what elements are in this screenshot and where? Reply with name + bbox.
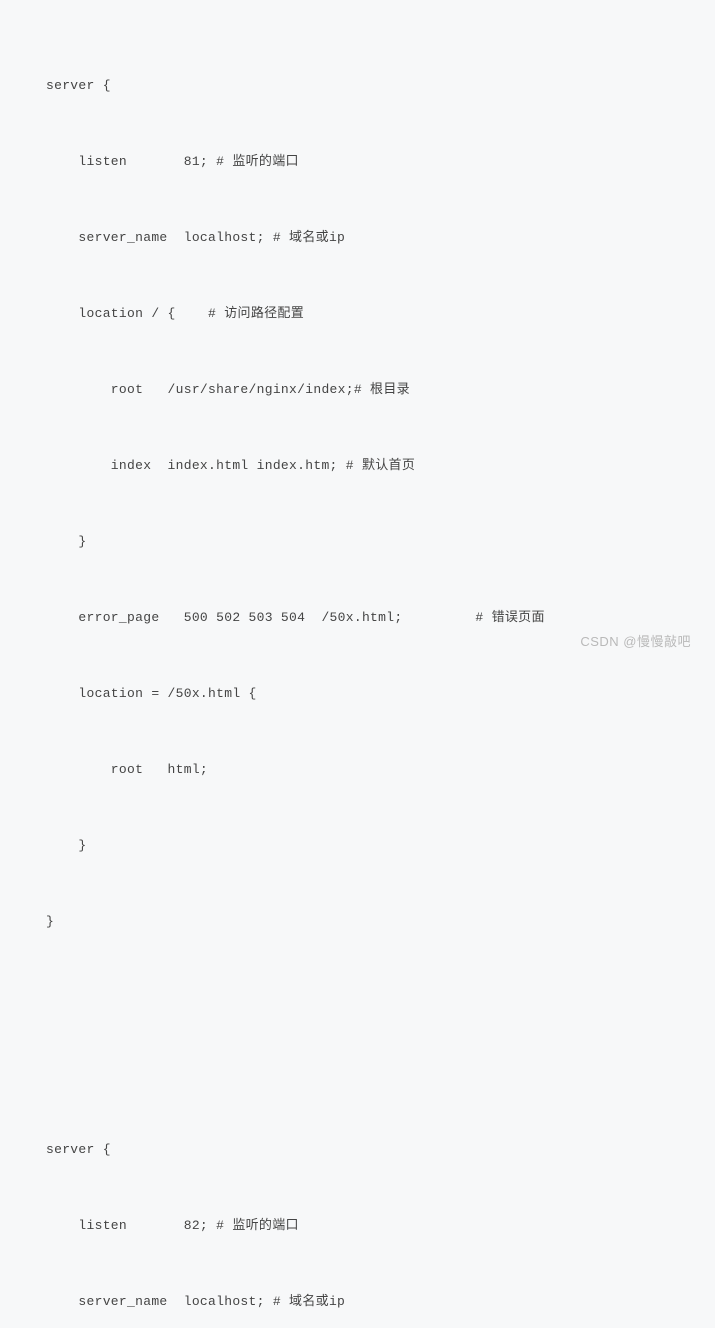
watermark: CSDN @慢慢敲吧 [580, 629, 691, 654]
code-line: } [46, 833, 715, 858]
code-line: root /usr/share/nginx/index;# 根目录 [46, 377, 715, 402]
code-line: listen 82; # 监听的端口 [46, 1213, 715, 1238]
code-line: error_page 500 502 503 504 /50x.html; # … [46, 605, 715, 630]
code-line: location / { # 访问路径配置 [46, 301, 715, 326]
code-line: location = /50x.html { [46, 681, 715, 706]
code-line: } [46, 909, 715, 934]
code-line: listen 81; # 监听的端口 [46, 149, 715, 174]
code-line: server_name localhost; # 域名或ip [46, 225, 715, 250]
code-line: server { [46, 1137, 715, 1162]
code-line: server { [46, 73, 715, 98]
code-line: server_name localhost; # 域名或ip [46, 1289, 715, 1314]
code-snippet: server { listen 81; # 监听的端口 server_name … [0, 0, 715, 1328]
code-line: index index.html index.htm; # 默认首页 [46, 453, 715, 478]
code-line: root html; [46, 757, 715, 782]
code-line [46, 985, 715, 1010]
code-line [46, 1061, 715, 1086]
code-line: } [46, 529, 715, 554]
